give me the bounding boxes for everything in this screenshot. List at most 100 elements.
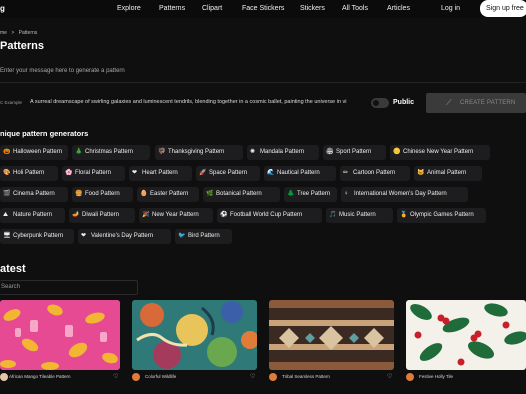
card-caption-mango: African Mango Tileable Pattern [9,374,71,379]
generator-chip[interactable]: 🦃 Thanksgiving Pattern [155,145,243,160]
generator-chip[interactable]: 🌲 Tree Pattern [284,187,337,202]
nav-link-face-stickers[interactable]: Face Stickers [242,5,284,12]
generator-chip[interactable]: 🌊 Nautical Pattern [264,166,336,181]
pattern-card-mango[interactable] [0,300,120,370]
like-heart-icon[interactable]: ♡ [113,373,118,380]
bird-icon: 🐦 [178,233,186,239]
generator-chip-label: Nautical Pattern [277,170,320,176]
creator-avatar[interactable] [406,373,414,381]
creator-avatar[interactable] [269,373,277,381]
medal-icon: 🏅 [400,212,408,218]
generator-chip[interactable]: 🎵 Music Pattern [326,208,393,223]
generator-chip-label: Space Pattern [209,170,248,176]
rocket-icon: 🚀 [199,170,207,176]
generator-chip[interactable]: ⚽ Football World Cup Pattern [217,208,322,223]
generator-chip-label: Mandala Pattern [260,149,305,155]
signup-button[interactable]: Sign up free [480,0,526,17]
generator-chip-label: Animal Pattern [427,170,467,176]
nav-link-articles[interactable]: Articles [387,5,410,12]
generator-chip-label: Olympic Games Pattern [410,212,474,218]
generator-chip[interactable]: 🐱 Animal Pattern [414,166,482,181]
generator-chip[interactable]: 🎬 Cinema Pattern [0,187,68,202]
breadcrumb-home[interactable]: me [0,30,7,36]
generator-chip[interactable]: ❤ Heart Pattern [129,166,192,181]
pumpkin-icon: 🎃 [3,149,11,155]
generator-chip-label: Thanksgiving Pattern [168,149,225,155]
generator-chip[interactable]: 🌿 Botanical Pattern [203,187,280,202]
mountain-icon: ⛰ [3,212,9,218]
generator-chip[interactable]: ❤ Valentine's Day Pattern [78,229,171,244]
generator-chip-label: Music Pattern [339,212,376,218]
nav-link-clipart[interactable]: Clipart [202,5,222,12]
wildlife-pattern-image [132,300,257,370]
generator-chip[interactable]: 🎉 New Year Pattern [139,208,213,223]
holly-pattern-image [406,300,526,370]
clapper-icon: 🎬 [3,191,11,197]
generator-chip[interactable]: 🚀 Space Pattern [196,166,260,181]
create-pattern-button[interactable]: ⟋ CREATE PATTERN [426,93,526,113]
nav-link-all-tools[interactable]: All Tools [342,5,368,12]
generator-chip-label: Food Pattern [85,191,120,197]
flower-icon: 🌸 [65,170,73,176]
generator-chip[interactable]: 🏅 Olympic Games Pattern [397,208,486,223]
music-icon: 🎵 [329,212,337,218]
generator-chip[interactable]: 🖥 Cyberpunk Pattern [0,229,74,244]
search-input[interactable]: Search [0,280,138,295]
generator-chip[interactable]: 🎨 Holi Pattern [0,166,58,181]
turkey-icon: 🦃 [158,149,166,155]
generator-chip-label: Cartoon Pattern [353,170,396,176]
like-heart-icon[interactable]: ♡ [387,373,392,380]
nav-link-explore[interactable]: Explore [117,5,141,12]
example-label: C Example [0,100,23,105]
pattern-card-holly[interactable] [406,300,526,370]
prompt-input[interactable]: Enter your message here to generate a pa… [0,68,125,74]
generator-chip[interactable]: ✏ Cartoon Pattern [340,166,410,181]
like-heart-icon[interactable]: ♡ [250,373,255,380]
prompt-divider [0,82,526,83]
egg-icon: 🥚 [140,191,148,197]
generator-chip-label: Botanical Pattern [216,191,262,197]
leaf-icon: 🌿 [206,191,214,197]
generator-chip[interactable]: 🐦 Bird Pattern [175,229,232,244]
wave-icon: 🌊 [267,170,275,176]
pattern-card-wildlife[interactable] [132,300,257,370]
generator-chip[interactable]: 🎄 Christmas Pattern [72,145,150,160]
pattern-card-tribal[interactable] [269,300,394,370]
women-icon: ♀ [344,191,349,197]
logo[interactable]: g [0,4,5,13]
generator-chip-label: Holi Pattern [13,170,45,176]
generator-chip[interactable]: ⛰ Nature Pattern [0,208,65,223]
creator-avatar[interactable] [0,373,8,381]
generator-chip[interactable]: 🌸 Floral Pattern [62,166,125,181]
generator-chip-label: Christmas Pattern [85,149,134,155]
public-toggle[interactable] [371,98,389,108]
page-title: Patterns [0,40,45,52]
generator-chip[interactable]: ✺ Mandala Pattern [247,145,319,160]
creator-avatar[interactable] [132,373,140,381]
nav-link-patterns[interactable]: Patterns [159,5,185,12]
generator-chip[interactable]: 🪙 Chinese New Year Pattern [390,145,490,160]
toggle-knob [373,100,379,106]
public-label: Public [393,99,415,106]
generator-chip-label: Halloween Pattern [13,149,63,155]
generator-chip[interactable]: 🏟 Sport Pattern [323,145,386,160]
mango-pattern-image [0,300,120,370]
example-prompt[interactable]: A surreal dreamscape of swirling galaxie… [30,99,362,105]
top-nav: g Explore Patterns Clipart Face Stickers… [0,0,526,18]
palette-icon: 🎨 [3,170,11,176]
generator-chip-label: Cyberpunk Pattern [13,233,64,239]
search-placeholder: Search [1,284,21,290]
generators-heading: nique pattern generators [0,129,89,138]
generator-chip[interactable]: 🎃 Halloween Pattern [0,145,68,160]
generator-chip[interactable]: 🍔 Food Pattern [72,187,133,202]
generator-chip[interactable]: 🪔 Diwali Pattern [69,208,135,223]
generator-chip[interactable]: 🥚 Easter Pattern [137,187,199,202]
stadium-icon: 🏟 [326,149,334,155]
generator-chip[interactable]: ♀ International Women's Day Pattern [341,187,468,202]
lamp-icon: 🪔 [72,212,80,218]
tree-icon: 🎄 [75,149,83,155]
login-link[interactable]: Log in [441,5,460,12]
generator-chip-label: New Year Pattern [152,212,199,218]
nav-link-stickers[interactable]: Stickers [300,5,325,12]
generator-chip-label: Valentine's Day Pattern [91,233,154,239]
